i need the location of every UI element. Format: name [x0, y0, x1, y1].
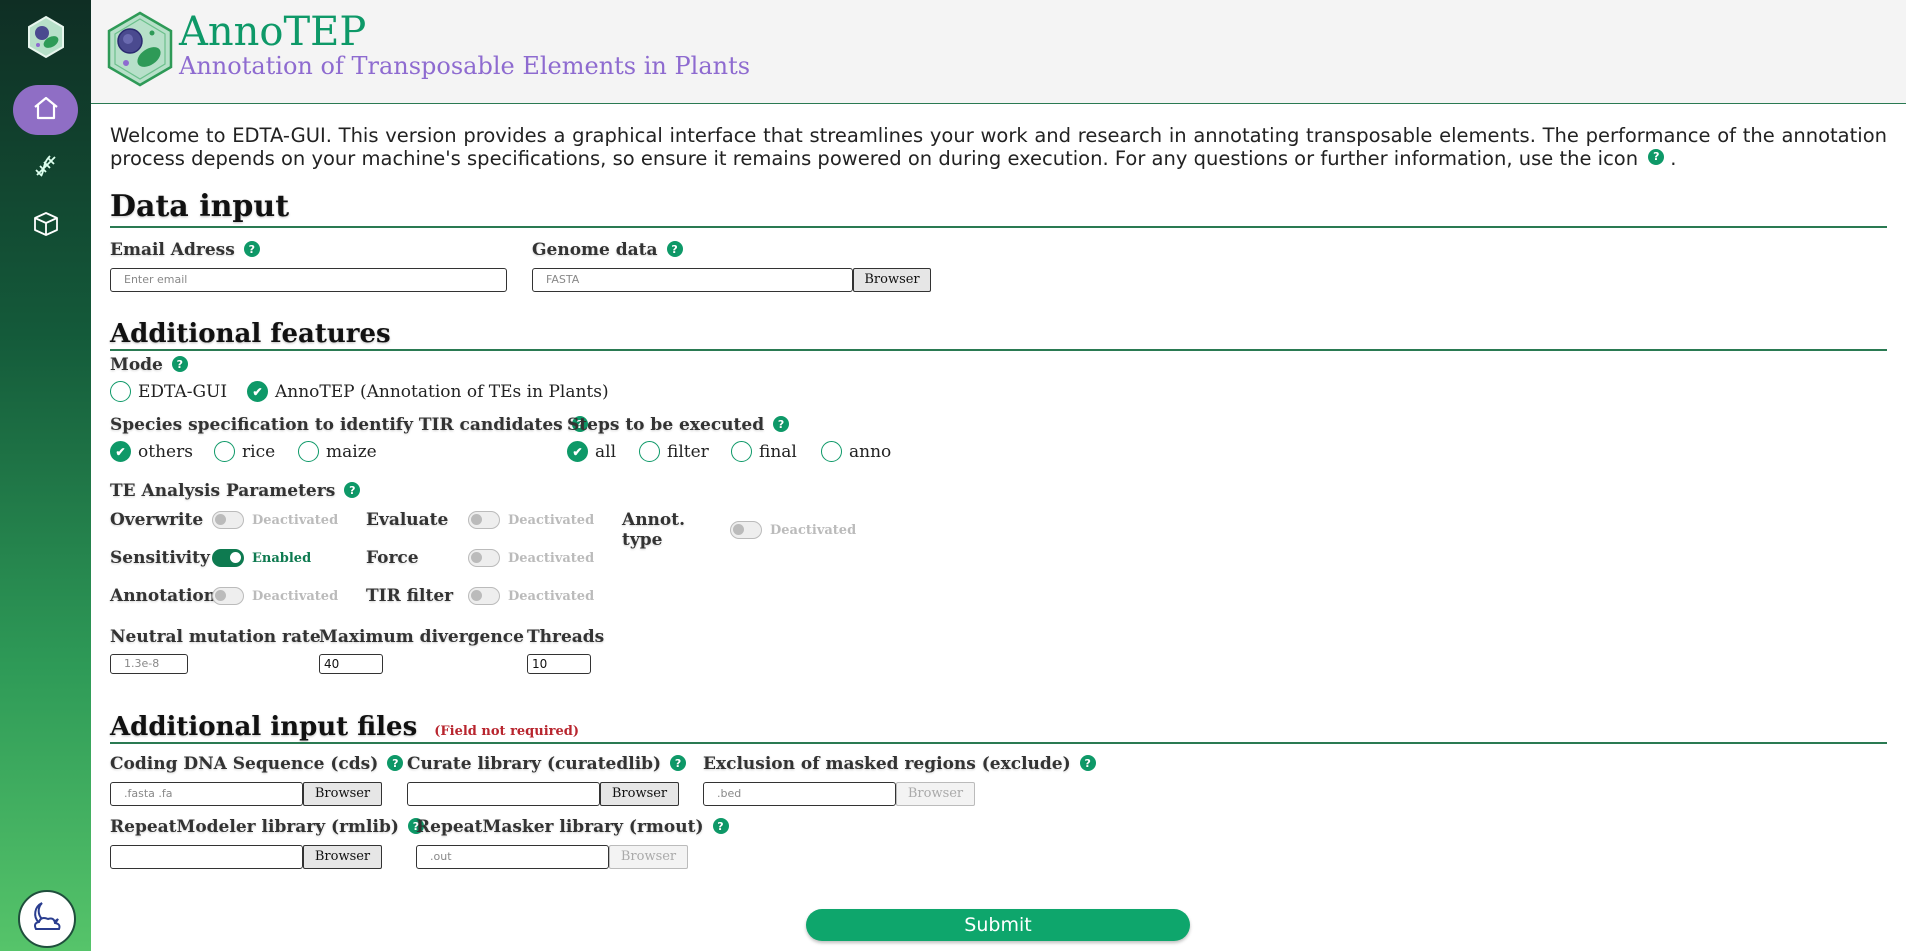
- steps-label: Steps to be executed?: [567, 416, 790, 434]
- radio-checked-icon: ✔: [247, 381, 268, 402]
- radio-species-others[interactable]: ✔ others: [110, 441, 193, 462]
- submit-button[interactable]: Submit: [806, 909, 1190, 941]
- help-icon[interactable]: ?: [1648, 148, 1665, 165]
- help-icon[interactable]: ?: [712, 818, 729, 834]
- radio-checked-icon: ✔: [567, 441, 588, 462]
- help-icon[interactable]: ?: [387, 755, 404, 771]
- toggle-evaluate[interactable]: Evaluate Deactivated: [366, 510, 594, 530]
- app-logo-icon[interactable]: [26, 15, 66, 59]
- radio-unchecked-icon: [214, 441, 235, 462]
- switch-off[interactable]: [468, 549, 500, 567]
- te-params-label: TE Analysis Parameters?: [110, 482, 361, 500]
- exclude-field[interactable]: .bed: [703, 782, 896, 806]
- neutral-rate-field[interactable]: 1.3e-8: [110, 654, 188, 674]
- help-icon[interactable]: ?: [1079, 755, 1096, 771]
- radio-unchecked-icon: [639, 441, 660, 462]
- mode-label: Mode?: [110, 356, 188, 374]
- help-icon[interactable]: ?: [670, 755, 687, 771]
- app-title: AnnoTEP: [179, 9, 367, 55]
- email-label: Email Adress?: [110, 241, 260, 259]
- radio-checked-icon: ✔: [110, 441, 131, 462]
- toggle-force[interactable]: Force Deactivated: [366, 548, 594, 568]
- radio-mode-edta-gui[interactable]: EDTA-GUI: [110, 381, 227, 402]
- divider: [110, 349, 1887, 351]
- toggle-overwrite[interactable]: Overwrite Deactivated: [110, 510, 338, 530]
- annotep-logo-icon: [106, 11, 174, 87]
- help-icon[interactable]: ?: [344, 482, 361, 498]
- home-icon: [32, 95, 60, 125]
- sidebar-item-dna[interactable]: [13, 143, 78, 193]
- divider: [110, 742, 1887, 744]
- section-title-additional-features: Additional features: [110, 319, 391, 349]
- max-divergence-field[interactable]: 40: [319, 654, 383, 674]
- radio-unchecked-icon: [731, 441, 752, 462]
- help-icon[interactable]: ?: [666, 241, 683, 257]
- email-field[interactable]: Enter email: [110, 268, 507, 292]
- section-title-additional-files: Additional input files (Field not requir…: [110, 712, 580, 742]
- cds-label: Coding DNA Sequence (cds)?: [110, 755, 404, 773]
- rmlib-label: RepeatModeler library (rmlib)?: [110, 818, 424, 836]
- sidebar-item-package[interactable]: [13, 201, 78, 251]
- toggle-annot-type[interactable]: Annot. type Deactivated: [622, 510, 856, 550]
- genome-browse-button[interactable]: Browser: [853, 268, 931, 292]
- app-header: AnnoTEP Annotation of Transposable Eleme…: [91, 0, 1906, 104]
- curatedlib-browse-button[interactable]: Browser: [600, 782, 679, 806]
- neutral-rate-label: Neutral mutation rate: [110, 627, 321, 647]
- genome-label: Genome data?: [532, 241, 683, 259]
- toggle-annotation[interactable]: Annotation Deactivated: [110, 586, 338, 606]
- toggle-sensitivity[interactable]: Sensitivity Enabled: [110, 548, 311, 568]
- switch-on[interactable]: [212, 549, 244, 567]
- switch-off[interactable]: [212, 511, 244, 529]
- section-title-data-input: Data input: [110, 189, 290, 224]
- help-icon[interactable]: ?: [243, 241, 260, 257]
- radio-unchecked-icon: [110, 381, 131, 402]
- max-divergence-label: Maximum divergence: [319, 627, 524, 647]
- radio-species-maize[interactable]: maize: [298, 441, 377, 462]
- exclude-browse-button[interactable]: Browser: [896, 782, 975, 806]
- radio-steps-final[interactable]: final: [731, 441, 797, 462]
- help-icon[interactable]: ?: [171, 356, 188, 372]
- threads-field[interactable]: 10: [527, 654, 591, 674]
- radio-species-rice[interactable]: rice: [214, 441, 275, 462]
- sidebar: [0, 0, 91, 951]
- exclude-label: Exclusion of masked regions (exclude)?: [703, 755, 1096, 773]
- radio-steps-filter[interactable]: filter: [639, 441, 709, 462]
- rmout-field[interactable]: .out: [416, 845, 609, 869]
- cds-field[interactable]: .fasta .fa: [110, 782, 303, 806]
- radio-unchecked-icon: [821, 441, 842, 462]
- theme-toggle-button[interactable]: [18, 890, 76, 948]
- radio-steps-all[interactable]: ✔ all: [567, 441, 616, 462]
- rmout-label: RepeatMasker library (rmout)?: [416, 818, 729, 836]
- welcome-text: Welcome to EDTA-GUI. This version provid…: [110, 124, 1887, 170]
- rmlib-field[interactable]: [110, 845, 303, 869]
- cds-browse-button[interactable]: Browser: [303, 782, 382, 806]
- moon-cloud-icon: [28, 899, 66, 939]
- switch-off[interactable]: [212, 587, 244, 605]
- radio-unchecked-icon: [298, 441, 319, 462]
- radio-mode-annotep[interactable]: ✔ AnnoTEP (Annotation of TEs in Plants): [247, 381, 609, 402]
- sidebar-item-home[interactable]: [13, 85, 78, 135]
- toggle-tir-filter[interactable]: TIR filter Deactivated: [366, 586, 594, 606]
- threads-label: Threads: [527, 627, 605, 647]
- divider: [110, 226, 1887, 228]
- rmout-browse-button[interactable]: Browser: [609, 845, 688, 869]
- switch-off[interactable]: [468, 511, 500, 529]
- switch-off[interactable]: [468, 587, 500, 605]
- dna-icon: [32, 152, 60, 184]
- genome-field[interactable]: FASTA: [532, 268, 853, 292]
- species-label: Species specification to identify TIR ca…: [110, 416, 588, 434]
- switch-off[interactable]: [730, 521, 762, 539]
- help-icon[interactable]: ?: [773, 416, 790, 432]
- rmlib-browse-button[interactable]: Browser: [303, 845, 382, 869]
- not-required-note: (Field not required): [434, 724, 580, 739]
- curatedlib-field[interactable]: [407, 782, 600, 806]
- app-subtitle: Annotation of Transposable Elements in P…: [179, 52, 751, 80]
- box-icon: [32, 210, 60, 242]
- curatedlib-label: Curate library (curatedlib)?: [407, 755, 687, 773]
- radio-steps-anno[interactable]: anno: [821, 441, 891, 462]
